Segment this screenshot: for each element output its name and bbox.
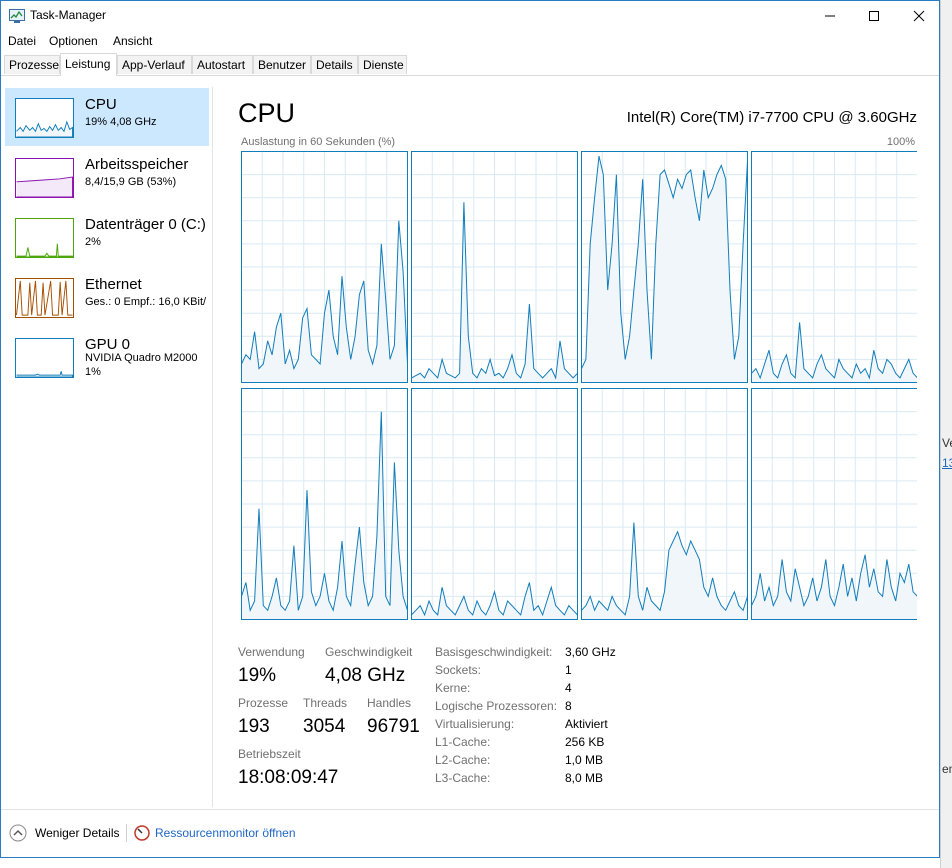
tab-dienste[interactable]: Dienste: [358, 55, 407, 74]
logical-processor-graph: [751, 388, 917, 620]
speed-value: 4,08 GHz: [325, 665, 406, 686]
task-manager-icon: [9, 9, 25, 23]
sidebar-item-name: Datenträger 0 (C:): [85, 216, 206, 233]
tab-bar: Prozesse Leistung App-Verlauf Autostart …: [1, 53, 939, 76]
handles-label: Handles: [367, 696, 412, 710]
chart-caption: Auslastung in 60 Sekunden (%): [241, 136, 396, 148]
threads-label: Threads: [303, 696, 348, 710]
sidebar-item-name: Ethernet: [85, 276, 142, 293]
resource-monitor-icon: [134, 825, 150, 841]
sidebar-item-cpu[interactable]: CPU 19% 4,08 GHz: [5, 88, 209, 146]
threads-value: 3054: [303, 716, 346, 737]
sidebar-item-detail: 2%: [85, 236, 101, 248]
less-details-button[interactable]: Weniger Details: [35, 826, 119, 840]
tab-leistung[interactable]: Leistung: [60, 53, 117, 76]
sidebar-item-ethernet[interactable]: Ethernet Ges.: 0 Empf.: 16,0 KBit/: [5, 268, 209, 326]
usage-value: 19%: [238, 665, 277, 686]
info-label: Sockets:: [435, 663, 482, 677]
info-value: 4: [565, 681, 572, 695]
page-title: CPU: [238, 98, 296, 128]
memory-thumbnail-graph: [15, 158, 74, 198]
footer-separator: [126, 824, 127, 842]
performance-sidebar: CPU 19% 4,08 GHz Arbeitsspeicher 8,4/15,…: [1, 87, 211, 799]
menu-bar: Datei Optionen Ansicht: [1, 31, 939, 51]
info-value: 1,0 MB: [565, 753, 604, 767]
sidebar-item-detail: NVIDIA Quadro M2000: [85, 352, 198, 364]
info-label: L2-Cache:: [435, 753, 491, 767]
info-value: 8,0 MB: [565, 771, 604, 785]
sidebar-divider[interactable]: [212, 87, 213, 807]
chart-max-label: 100%: [886, 136, 915, 148]
background-window-text: Ve: [942, 436, 952, 450]
info-label: Virtualisierung:: [435, 717, 515, 731]
logical-processor-graph: [241, 388, 408, 620]
usage-label: Verwendung: [238, 645, 305, 659]
menu-optionen[interactable]: Optionen: [49, 34, 98, 48]
cpu-thumbnail-graph: [15, 98, 74, 138]
sidebar-item-gpu[interactable]: GPU 0 NVIDIA Quadro M2000 1%: [5, 328, 209, 386]
chevron-up-icon[interactable]: [9, 824, 27, 842]
window-title: Task-Manager: [30, 8, 107, 22]
title-bar[interactable]: Task-Manager: [1, 1, 939, 31]
processes-value: 193: [238, 716, 270, 737]
info-label: L1-Cache:: [435, 735, 491, 749]
menu-ansicht[interactable]: Ansicht: [113, 34, 152, 48]
menu-datei[interactable]: Datei: [8, 34, 36, 48]
info-value: 3,60 GHz: [565, 645, 616, 659]
sidebar-item-detail: Ges.: 0 Empf.: 16,0 KBit/: [85, 296, 207, 308]
uptime-value: 18:08:09:47: [238, 767, 339, 788]
background-window: [940, 0, 952, 868]
sidebar-item-detail: 19% 4,08 GHz: [85, 116, 157, 128]
tab-autostart[interactable]: Autostart: [192, 55, 253, 74]
cpu-model-name: Intel(R) Core(TM) i7-7700 CPU @ 3.60GHz: [626, 109, 917, 126]
sidebar-item-arbeitsspeicher[interactable]: Arbeitsspeicher 8,4/15,9 GB (53%): [5, 148, 209, 206]
info-value: 8: [565, 699, 572, 713]
tab-app-verlauf[interactable]: App-Verlauf: [117, 55, 192, 74]
info-value: Aktiviert: [565, 717, 608, 731]
sidebar-item-detail: 8,4/15,9 GB (53%): [85, 176, 177, 188]
minimize-icon: [825, 15, 835, 17]
disk-thumbnail-graph: [15, 218, 74, 258]
logical-processor-graphs: [241, 151, 917, 620]
logical-processor-graph: [411, 151, 578, 383]
sidebar-item-usage: 1%: [85, 366, 101, 378]
logical-processor-graph: [581, 151, 748, 383]
sidebar-item-name: Arbeitsspeicher: [85, 156, 189, 173]
sidebar-item-name: CPU: [85, 96, 117, 113]
background-window-link: 13: [942, 456, 952, 470]
info-value: 256 KB: [565, 735, 605, 749]
info-label: Kerne:: [435, 681, 471, 695]
minimize-button[interactable]: [807, 1, 853, 31]
info-label: L3-Cache:: [435, 771, 491, 785]
close-icon: [913, 10, 925, 22]
sidebar-item-name: GPU 0: [85, 336, 131, 353]
close-button[interactable]: [896, 1, 942, 31]
sidebar-item-datentraeger[interactable]: Datenträger 0 (C:) 2%: [5, 208, 209, 266]
logical-processor-graph: [411, 388, 578, 620]
tab-prozesse[interactable]: Prozesse: [4, 55, 60, 74]
handles-value: 96791: [367, 716, 420, 737]
uptime-label: Betriebszeit: [238, 747, 301, 761]
background-window-text: en: [942, 762, 952, 776]
maximize-button[interactable]: [851, 1, 897, 31]
logical-processor-graph: [581, 388, 748, 620]
info-label: Logische Prozessoren:: [435, 699, 558, 713]
footer-bar: Weniger Details Ressourcenmonitor öffnen: [1, 809, 939, 858]
maximize-icon: [869, 11, 879, 21]
tab-benutzer[interactable]: Benutzer: [253, 55, 311, 74]
info-value: 1: [565, 663, 572, 677]
speed-label: Geschwindigkeit: [325, 645, 413, 659]
resource-monitor-link[interactable]: Ressourcenmonitor öffnen: [155, 826, 296, 840]
gpu-thumbnail-graph: [15, 338, 74, 378]
logical-processor-graph: [241, 151, 408, 383]
logical-processor-graph: [751, 151, 917, 383]
tab-details[interactable]: Details: [311, 55, 358, 74]
info-label: Basisgeschwindigkeit:: [435, 645, 553, 659]
ethernet-thumbnail-graph: [15, 278, 74, 318]
task-manager-window: Task-Manager Datei Optionen Ansicht Proz…: [0, 0, 940, 858]
processes-label: Prozesse: [238, 696, 289, 710]
